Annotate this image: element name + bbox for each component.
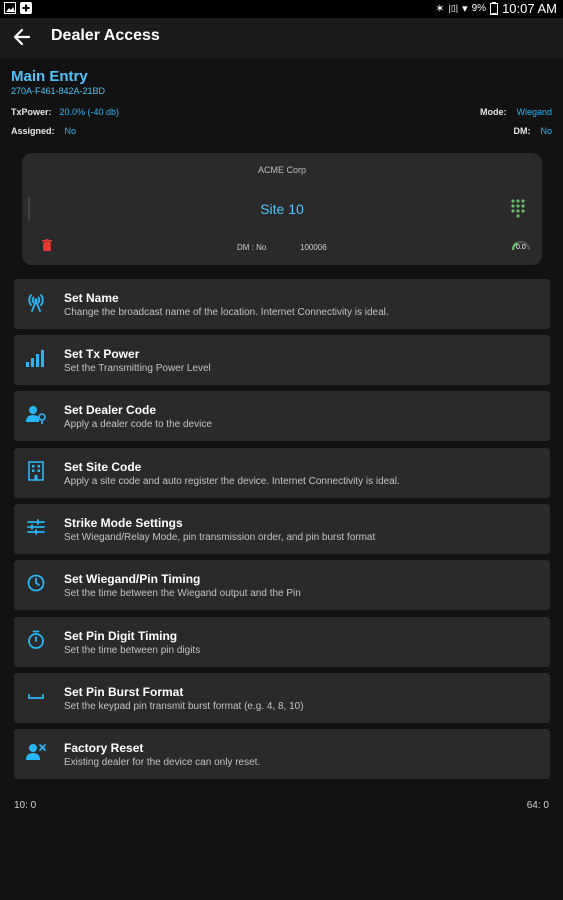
- footer-left-value: 10: 0: [14, 800, 37, 811]
- card-code: 100006: [300, 243, 327, 252]
- dm-row: DM: No: [513, 126, 552, 136]
- menu-item-subtitle: Change the broadcast name of the locatio…: [64, 307, 389, 318]
- menu-item-subtitle: Set the time between the Wiegand output …: [64, 588, 301, 599]
- gallery-icon: [4, 2, 16, 14]
- menu-item-subtitle: Set the keypad pin transmit burst format…: [64, 701, 304, 712]
- menu-item-subtitle: Apply a site code and auto register the …: [64, 476, 400, 487]
- keypad-icon[interactable]: [510, 198, 526, 218]
- battery-icon: [490, 2, 499, 15]
- gauge-value: 0.0: [516, 244, 526, 251]
- txpower-label: TxPower:: [11, 107, 52, 117]
- back-arrow-icon[interactable]: [12, 26, 32, 48]
- person-remove-icon: [26, 744, 46, 760]
- menu-item-title: Set Dealer Code: [64, 403, 157, 417]
- menu-item-subtitle: Apply a dealer code to the device: [64, 419, 212, 430]
- mode-value: Wiegand: [516, 107, 552, 117]
- txpower-row: TxPower: 20.0% (-40 db): [11, 107, 119, 117]
- card-dm-status: DM : No: [237, 243, 267, 252]
- device-name: Main Entry: [11, 68, 88, 85]
- menu-item-title: Strike Mode Settings: [64, 516, 183, 530]
- signal-bars-icon: [26, 350, 44, 367]
- building-icon: [28, 461, 44, 481]
- menu-item-subtitle: Set the Transmitting Power Level: [64, 363, 211, 374]
- wifi-icon: ▾: [462, 3, 468, 15]
- status-bar: ✶ |▯| ▾ 9% 10:07 AM: [0, 0, 563, 18]
- menu-item-set-site-code[interactable]: Set Site Code Apply a site code and auto…: [14, 448, 550, 498]
- assigned-label: Assigned:: [11, 126, 55, 136]
- app-bar: Dealer Access: [0, 18, 563, 58]
- menu-item-factory-reset[interactable]: Factory Reset Existing dealer for the de…: [14, 729, 550, 779]
- footer-right-value: 64: 0: [526, 800, 549, 811]
- dm-value: No: [540, 126, 552, 136]
- menu-item-title: Factory Reset: [64, 741, 144, 755]
- stopwatch-icon: [28, 630, 44, 649]
- assigned-value: No: [64, 126, 77, 136]
- menu-item-title: Set Pin Burst Format: [64, 685, 184, 699]
- space-bar-icon: [28, 694, 44, 699]
- company-name: ACME Corp: [257, 165, 306, 175]
- menu-item-subtitle: Set Wiegand/Relay Mode, pin transmission…: [64, 532, 376, 543]
- trash-icon[interactable]: [42, 239, 52, 251]
- txpower-value: 20.0% (-40 db): [59, 107, 120, 117]
- menu-item-subtitle: Existing dealer for the device can only …: [64, 757, 261, 768]
- sliders-icon: [27, 519, 45, 535]
- dm-label: DM:: [513, 126, 531, 136]
- menu-item-subtitle: Set the time between pin digits: [64, 645, 201, 656]
- menu-item-set-pin-digit-timing[interactable]: Set Pin Digit Timing Set the time betwee…: [14, 617, 550, 667]
- menu-item-set-name[interactable]: Set Name Change the broadcast name of th…: [14, 279, 550, 329]
- broadcast-icon: [28, 294, 44, 312]
- mode-label: Mode:: [479, 107, 507, 117]
- clock: 10:07 AM: [502, 1, 557, 16]
- assigned-row: Assigned: No: [11, 126, 76, 136]
- person-key-icon: [26, 406, 46, 424]
- site-name: Site 10: [260, 201, 304, 217]
- menu-item-set-pin-burst-format[interactable]: Set Pin Burst Format Set the keypad pin …: [14, 673, 550, 723]
- menu-item-title: Set Pin Digit Timing: [64, 629, 178, 643]
- menu-item-set-dealer-code[interactable]: Set Dealer Code Apply a dealer code to t…: [14, 391, 550, 441]
- clock-icon: [27, 574, 45, 592]
- menu-item-set-tx-power[interactable]: Set Tx Power Set the Transmitting Power …: [14, 335, 550, 385]
- site-card[interactable]: ACME Corp Site 10 DM : No 100006 0.0: [22, 153, 542, 265]
- menu-item-title: Set Name: [64, 291, 119, 305]
- battery-level: 9%: [471, 3, 487, 14]
- device-id: 270A-F461-842A-21BD: [11, 86, 106, 96]
- page-title: Dealer Access: [51, 27, 160, 44]
- menu-item-title: Set Site Code: [64, 460, 142, 474]
- vibrate-icon: |▯|: [448, 3, 459, 13]
- menu-item-title: Set Wiegand/Pin Timing: [64, 572, 201, 586]
- menu-item-strike-mode-settings[interactable]: Strike Mode Settings Set Wiegand/Relay M…: [14, 504, 550, 554]
- menu-item-set-wiegand-pin-timing[interactable]: Set Wiegand/Pin Timing Set the time betw…: [14, 560, 550, 610]
- add-box-icon: [20, 2, 32, 14]
- mode-row: Mode: Wiegand: [480, 107, 552, 117]
- bluetooth-icon: ✶: [435, 3, 445, 15]
- menu-item-title: Set Tx Power: [64, 347, 140, 361]
